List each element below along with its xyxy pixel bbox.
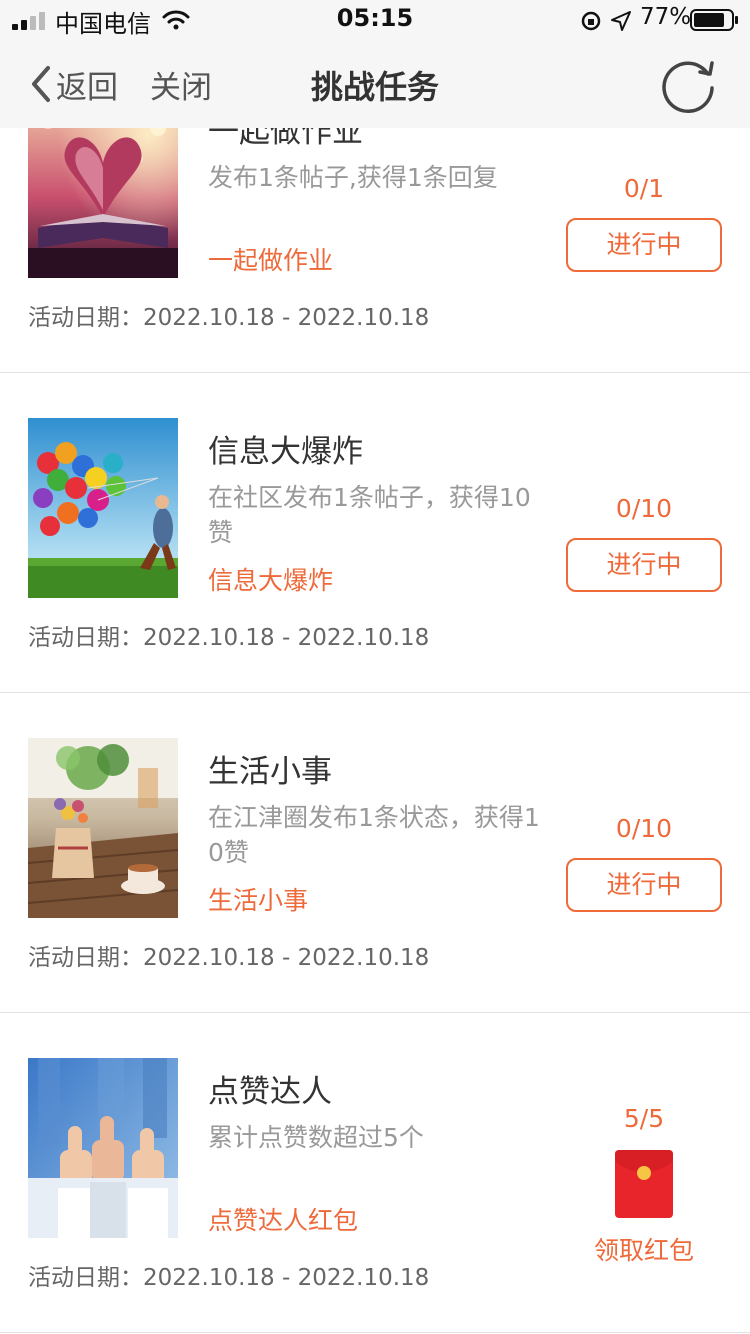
red-packet-icon[interactable] xyxy=(615,1150,673,1218)
task-title: 信息大爆炸 xyxy=(208,434,363,470)
task-status-button[interactable]: 进行中 xyxy=(566,858,722,912)
task-progress: 0/10 xyxy=(615,494,673,523)
task-description: 在江津圈发布1条状态，获得10赞 xyxy=(208,803,540,867)
location-arrow-icon xyxy=(611,11,631,31)
task-thumbnail-balloons xyxy=(28,418,178,598)
task-date: 活动日期：2022.10.18 - 2022.10.18 xyxy=(28,625,430,651)
battery-icon xyxy=(690,9,738,31)
task-tag: 点赞达人红包 xyxy=(208,1206,359,1235)
task-card[interactable]: 生活小事 在江津圈发布1条状态，获得10赞 生活小事 活动日期：2022.10.… xyxy=(0,693,750,1013)
task-title: 生活小事 xyxy=(208,754,332,790)
task-card[interactable]: 点赞达人 累计点赞数超过5个 点赞达人红包 活动日期：2022.10.18 - … xyxy=(0,1013,750,1333)
task-title: 点赞达人 xyxy=(208,1074,332,1110)
nav-bar: 返回 关闭 挑战任务 xyxy=(0,40,750,128)
task-tag: 生活小事 xyxy=(208,886,309,915)
task-description: 在社区发布1条帖子，获得10赞 xyxy=(208,483,531,547)
battery-percent: 77% xyxy=(640,4,692,30)
task-tag: 信息大爆炸 xyxy=(208,566,334,595)
task-date: 活动日期：2022.10.18 - 2022.10.18 xyxy=(28,945,430,971)
rotation-lock-icon xyxy=(581,11,601,31)
task-tag: 一起做作业 xyxy=(208,246,334,275)
page-title: 挑战任务 xyxy=(310,68,439,106)
status-bar: 中国电信 05:15 77% xyxy=(0,0,750,40)
task-description: 累计点赞数超过5个 xyxy=(208,1123,424,1152)
task-date: 活动日期：2022.10.18 - 2022.10.18 xyxy=(28,305,430,331)
task-progress: 0/10 xyxy=(615,814,673,843)
task-status-button[interactable]: 进行中 xyxy=(566,218,722,272)
task-progress: 0/1 xyxy=(623,174,665,203)
task-thumbnail-thumbs-up xyxy=(28,1058,178,1238)
task-card[interactable]: 信息大爆炸 在社区发布1条帖子，获得10赞 信息大爆炸 活动日期：2022.10… xyxy=(0,373,750,693)
claim-red-packet-button[interactable]: 领取红包 xyxy=(566,1231,722,1267)
refresh-icon[interactable] xyxy=(660,54,720,114)
task-progress: 5/5 xyxy=(623,1104,665,1133)
task-description: 发布1条帖子,获得1条回复 xyxy=(208,163,498,192)
task-date: 活动日期：2022.10.18 - 2022.10.18 xyxy=(28,1265,430,1291)
task-status-button[interactable]: 进行中 xyxy=(566,538,722,592)
clock: 05:15 xyxy=(336,4,414,32)
task-thumbnail-flowers-table xyxy=(28,738,178,918)
